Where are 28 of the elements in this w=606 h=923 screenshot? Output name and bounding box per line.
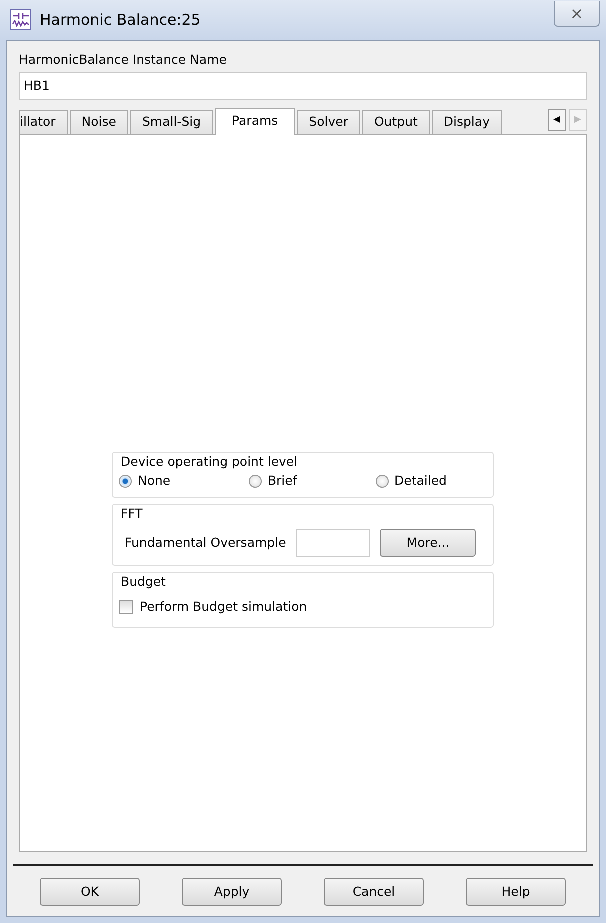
radio-button[interactable] [376,474,389,488]
dialog-button[interactable]: OK [40,878,140,906]
tab[interactable]: illator [19,110,68,134]
oversample-field[interactable] [296,529,370,558]
more-button[interactable]: More... [380,529,476,558]
radio-label: Detailed [394,472,447,490]
tab[interactable]: Small-Sig [130,110,214,134]
tab[interactable]: Noise [70,110,128,134]
field-label: Fundamental Oversample [125,534,286,552]
radio-button[interactable] [248,474,262,488]
close-button[interactable]: ⨯ [554,1,600,27]
checkbox-label: Perform Budget simulation [140,598,308,616]
window-title: Harmonic Balance:25 [40,10,201,31]
checkbox[interactable] [119,600,133,614]
app-icon [10,9,32,31]
dialog-button[interactable]: Cancel [324,878,424,906]
tab[interactable]: Output [362,110,430,134]
radio-button[interactable] [119,474,132,488]
instance-name-field[interactable]: HB1 [19,72,587,100]
radio-label: Brief [268,472,298,490]
scroll-left-button[interactable]: ◀ [548,109,566,132]
dialog-button[interactable]: Apply [182,878,282,906]
radio-label: None [138,472,171,490]
dialog-button[interactable]: Help [466,878,566,906]
tab[interactable]: Solver [297,110,360,134]
field-label: HarmonicBalance Instance Name [19,51,228,69]
tab[interactable]: Display [432,110,502,134]
tab[interactable]: Params [215,108,296,135]
